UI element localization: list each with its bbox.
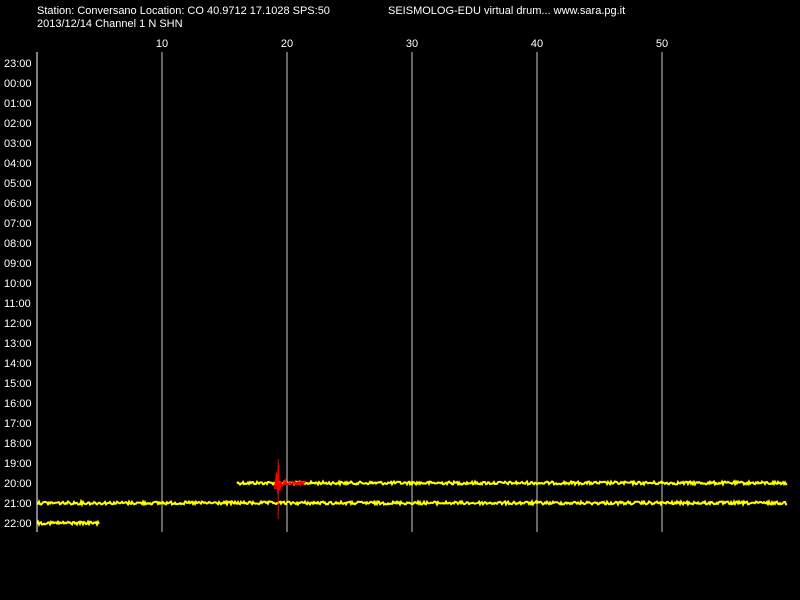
hour-label-0200: 02:00 <box>4 118 32 130</box>
hour-label-1300: 13:00 <box>4 338 32 350</box>
hour-label-2200: 22:00 <box>4 518 32 530</box>
hour-labels: 23:00 00:00 01:00 02:00 03:00 04:00 05:00 06:00… <box>4 58 32 530</box>
hour-label-2000: 20:00 <box>4 478 32 490</box>
trace-2000 <box>236 479 788 487</box>
hour-label-1900: 19:00 <box>4 458 32 470</box>
hour-label-0000: 00:00 <box>4 78 32 90</box>
hour-label-1600: 16:00 <box>4 398 32 410</box>
seismogram-plot: 10 20 30 40 50 23:00 00:00 01:00 02:00 03:00 04:0… <box>4 38 788 532</box>
events <box>273 459 307 519</box>
event-2000 <box>273 464 307 495</box>
grid-lines <box>161 52 663 532</box>
hour-label-0500: 05:00 <box>4 178 32 190</box>
hour-label-1100: 11:00 <box>4 298 31 310</box>
trace-2200 <box>36 519 100 528</box>
hour-label-1200: 12:00 <box>4 318 32 330</box>
hour-label-1400: 14:00 <box>4 358 32 370</box>
x-tick-label-30: 30 <box>406 38 418 50</box>
hour-label-0100: 01:00 <box>4 98 32 110</box>
x-tick-label-20: 20 <box>281 38 293 50</box>
hour-label-0300: 03:00 <box>4 138 32 150</box>
x-tick-label-40: 40 <box>531 38 543 50</box>
hour-label-0600: 06:00 <box>4 198 32 210</box>
hour-label-0800: 08:00 <box>4 238 32 250</box>
seismograph-window: Station: Conversano Location: CO 40.9712… <box>0 0 800 600</box>
hour-label-1000: 10:00 <box>4 278 32 290</box>
hour-label-1500: 15:00 <box>4 378 32 390</box>
hour-label-0400: 04:00 <box>4 158 32 170</box>
hour-label-1700: 17:00 <box>4 418 32 430</box>
hour-label-2100: 21:00 <box>4 498 32 510</box>
hour-label-0700: 07:00 <box>4 218 32 230</box>
x-tick-label-10: 10 <box>156 38 168 50</box>
x-tick-label-50: 50 <box>656 38 668 50</box>
hour-label-1800: 18:00 <box>4 438 32 450</box>
x-tick-labels: 10 20 30 40 50 <box>156 38 668 50</box>
hour-label-2300: 23:00 <box>4 58 32 70</box>
hour-label-0900: 09:00 <box>4 258 32 270</box>
